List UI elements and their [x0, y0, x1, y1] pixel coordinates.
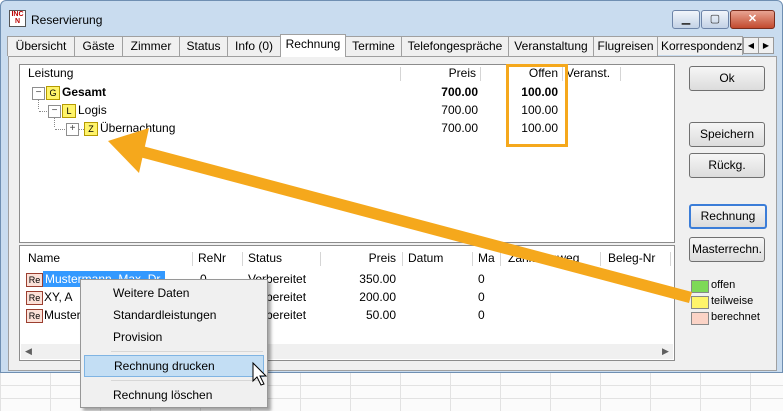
mouse-cursor-icon: [252, 361, 268, 386]
tab-rechnung[interactable]: Rechnung: [280, 34, 346, 57]
